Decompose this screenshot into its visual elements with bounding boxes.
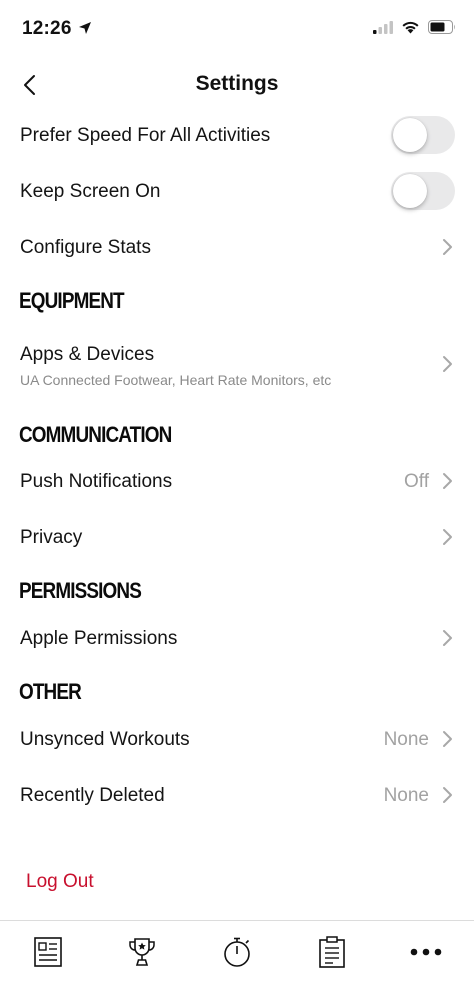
- prefer-speed-label: Prefer Speed For All Activities: [20, 125, 271, 146]
- push-notifications-value: Off: [404, 471, 429, 492]
- toggle-knob: [393, 118, 427, 152]
- location-arrow-icon: [79, 22, 91, 34]
- more-icon: [410, 948, 442, 956]
- toggle-knob: [393, 174, 427, 208]
- battery-icon: [428, 20, 455, 34]
- status-bar: 12:26: [0, 0, 474, 58]
- section-header-communication: COMMUNICATION: [19, 422, 172, 447]
- configure-stats-label: Configure Stats: [20, 237, 151, 258]
- privacy-label: Privacy: [20, 527, 83, 548]
- logout-button[interactable]: Log Out: [26, 871, 94, 893]
- chevron-right-icon: [443, 239, 452, 255]
- tab-challenges[interactable]: [122, 934, 162, 970]
- keep-screen-on-label: Keep Screen On: [20, 181, 161, 202]
- unsynced-workouts-row[interactable]: Unsynced Workouts None: [0, 712, 474, 768]
- status-time: 12:26: [22, 18, 72, 39]
- chevron-right-icon: [443, 473, 452, 489]
- stopwatch-icon: [224, 937, 250, 967]
- recently-deleted-value: None: [383, 785, 429, 806]
- chevron-right-icon: [443, 731, 452, 747]
- apple-permissions-row[interactable]: Apple Permissions: [0, 611, 474, 667]
- page-title: Settings: [195, 72, 279, 95]
- clipboard-icon: [319, 936, 345, 968]
- section-header-other: OTHER: [19, 679, 82, 704]
- tab-plans[interactable]: [312, 934, 352, 970]
- apps-devices-row[interactable]: Apps & Devices UA Connected Footwear, He…: [0, 332, 474, 396]
- unsynced-workouts-label: Unsynced Workouts: [20, 729, 190, 750]
- chevron-right-icon: [443, 356, 452, 372]
- apps-devices-subtitle: UA Connected Footwear, Heart Rate Monito…: [20, 372, 332, 388]
- chevron-right-icon: [443, 529, 452, 545]
- feed-icon: [34, 937, 62, 967]
- wifi-icon: [402, 21, 419, 34]
- unsynced-workouts-value: None: [383, 729, 429, 750]
- section-header-equipment: EQUIPMENT: [19, 288, 125, 313]
- tab-record[interactable]: [217, 934, 257, 970]
- keep-screen-on-toggle[interactable]: [391, 172, 455, 210]
- recently-deleted-row[interactable]: Recently Deleted None: [0, 768, 474, 824]
- cellular-signal-icon: [373, 20, 393, 34]
- section-header-permissions: PERMISSIONS: [19, 578, 142, 603]
- push-notifications-label: Push Notifications: [20, 471, 173, 492]
- apple-permissions-label: Apple Permissions: [20, 628, 178, 649]
- chevron-right-icon: [443, 787, 452, 803]
- tab-feed[interactable]: [28, 934, 68, 970]
- trophy-icon: [129, 938, 155, 966]
- nav-bar: Settings: [0, 58, 474, 112]
- configure-stats-row[interactable]: Configure Stats: [0, 220, 474, 276]
- tab-more[interactable]: [406, 934, 446, 970]
- prefer-speed-row: Prefer Speed For All Activities: [0, 108, 474, 164]
- keep-screen-on-row: Keep Screen On: [0, 164, 474, 220]
- recently-deleted-label: Recently Deleted: [20, 785, 165, 806]
- push-notifications-row[interactable]: Push Notifications Off: [0, 454, 474, 510]
- tab-bar: [0, 920, 474, 998]
- privacy-row[interactable]: Privacy: [0, 510, 474, 566]
- status-indicators: [373, 20, 456, 34]
- prefer-speed-toggle[interactable]: [391, 116, 455, 154]
- apps-devices-label: Apps & Devices: [20, 344, 155, 365]
- chevron-right-icon: [443, 630, 452, 646]
